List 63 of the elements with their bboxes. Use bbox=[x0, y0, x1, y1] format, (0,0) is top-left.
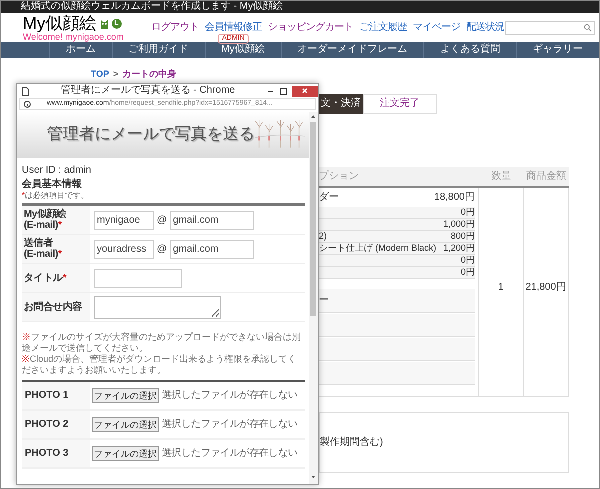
user-id: User ID : admin bbox=[22, 164, 92, 177]
photo-label: PHOTO 2 bbox=[25, 418, 69, 432]
input-field[interactable]: gmail.com bbox=[170, 210, 254, 230]
photo-label: PHOTO 3 bbox=[25, 447, 69, 461]
option-price: 0円 bbox=[460, 267, 475, 278]
column-header: 数量 bbox=[490, 170, 512, 184]
order-step: 文・決済 bbox=[319, 94, 363, 114]
file-status: 選択したファイルが存在しない bbox=[162, 389, 298, 403]
option-price: 0円 bbox=[460, 207, 475, 218]
header-link[interactable]: マイページ bbox=[413, 22, 460, 33]
nav-item[interactable]: ギャラリー bbox=[516, 42, 599, 58]
nav-item[interactable]: よくある質問 bbox=[423, 42, 516, 58]
header-link[interactable]: ショッピングカート bbox=[268, 22, 354, 33]
nav-item[interactable]: ホーム bbox=[49, 42, 112, 58]
note-text: ※Cloudの場合、管理者がダウンロード出来るよう権限を承認してくださいますようお願いいたします。 bbox=[22, 354, 298, 376]
product-name: ダー bbox=[319, 191, 339, 205]
header-link[interactable]: 会員情報修正 bbox=[205, 22, 262, 33]
option-name: シート仕上げ (Modern Black) bbox=[319, 243, 437, 254]
option-price: 1,200円 bbox=[443, 243, 475, 254]
file-button[interactable]: ファイルの選択 bbox=[92, 417, 159, 432]
input-field[interactable]: gmail.com bbox=[170, 240, 254, 258]
section-title: 会員基本情報 bbox=[22, 179, 83, 191]
delivery-text: 製作期間含む) bbox=[320, 436, 384, 450]
option-name: 2) bbox=[319, 231, 328, 242]
at-sign: @ bbox=[157, 214, 168, 228]
option-price: 0円 bbox=[460, 255, 475, 266]
form-label: 送信者 (E-mail)* bbox=[22, 235, 90, 263]
header-link[interactable]: ログアウト bbox=[152, 22, 199, 33]
quantity: 1 bbox=[498, 281, 504, 292]
popup-title: 管理者にメールで写真を送る - Chrome bbox=[60, 85, 236, 97]
logo: My似顔絵 bbox=[23, 15, 97, 33]
product-price: 18,800円 bbox=[434, 191, 475, 205]
file-status: 選択したファイルが存在しない bbox=[162, 418, 298, 432]
file-status: 選択したファイルが存在しない bbox=[162, 447, 298, 461]
at-sign: @ bbox=[157, 242, 168, 256]
option-price: 1,000円 bbox=[443, 219, 475, 230]
input-field[interactable]: mynigaoe bbox=[94, 210, 154, 230]
header-link[interactable]: 配送状況 bbox=[466, 22, 504, 33]
column-header: プション bbox=[319, 170, 360, 184]
file-button[interactable]: ファイルの選択 bbox=[92, 388, 159, 403]
header-link[interactable]: ご注文履歴 bbox=[360, 22, 407, 33]
option-name: ー bbox=[319, 294, 329, 308]
breadcrumb-current: カートの中身 bbox=[122, 68, 177, 80]
order-step: 注文完了 bbox=[363, 94, 437, 114]
form-label: お問合せ内容 bbox=[22, 293, 90, 321]
breadcrumb-separator: > bbox=[113, 68, 119, 80]
photo-label: PHOTO 1 bbox=[25, 389, 69, 403]
breadcrumb-link[interactable]: TOP bbox=[91, 68, 110, 80]
total-price: 21,800円 bbox=[526, 281, 566, 292]
file-button[interactable]: ファイルの選択 bbox=[92, 446, 159, 461]
nav-item[interactable]: ご利用ガイド bbox=[112, 42, 205, 58]
tagline: Welcome! mynigaoe.com bbox=[23, 33, 125, 42]
form-label: My似顔絵 (E-mail)* bbox=[22, 206, 90, 234]
required-note: *は必須項目です。 bbox=[22, 191, 90, 201]
banner-title: 管理者にメールで写真を送る bbox=[47, 124, 255, 145]
form-label: タイトル* bbox=[22, 264, 90, 292]
nav-item[interactable]: オーダーメイドフレーム bbox=[280, 42, 424, 58]
input-field[interactable]: youradress bbox=[94, 240, 154, 258]
note-text: ※ファイルのサイズが大容量のためアップロードができない場合は別途メールで送信してください。 bbox=[22, 332, 302, 354]
column-header: 商品金額 bbox=[526, 170, 568, 184]
option-price: 800円 bbox=[450, 231, 475, 242]
page-title: 結婚式の似顔絵ウェルカムボードを作成します - My似顔絵 bbox=[21, 1, 284, 13]
nav-item[interactable]: My似顔絵 bbox=[204, 42, 281, 58]
